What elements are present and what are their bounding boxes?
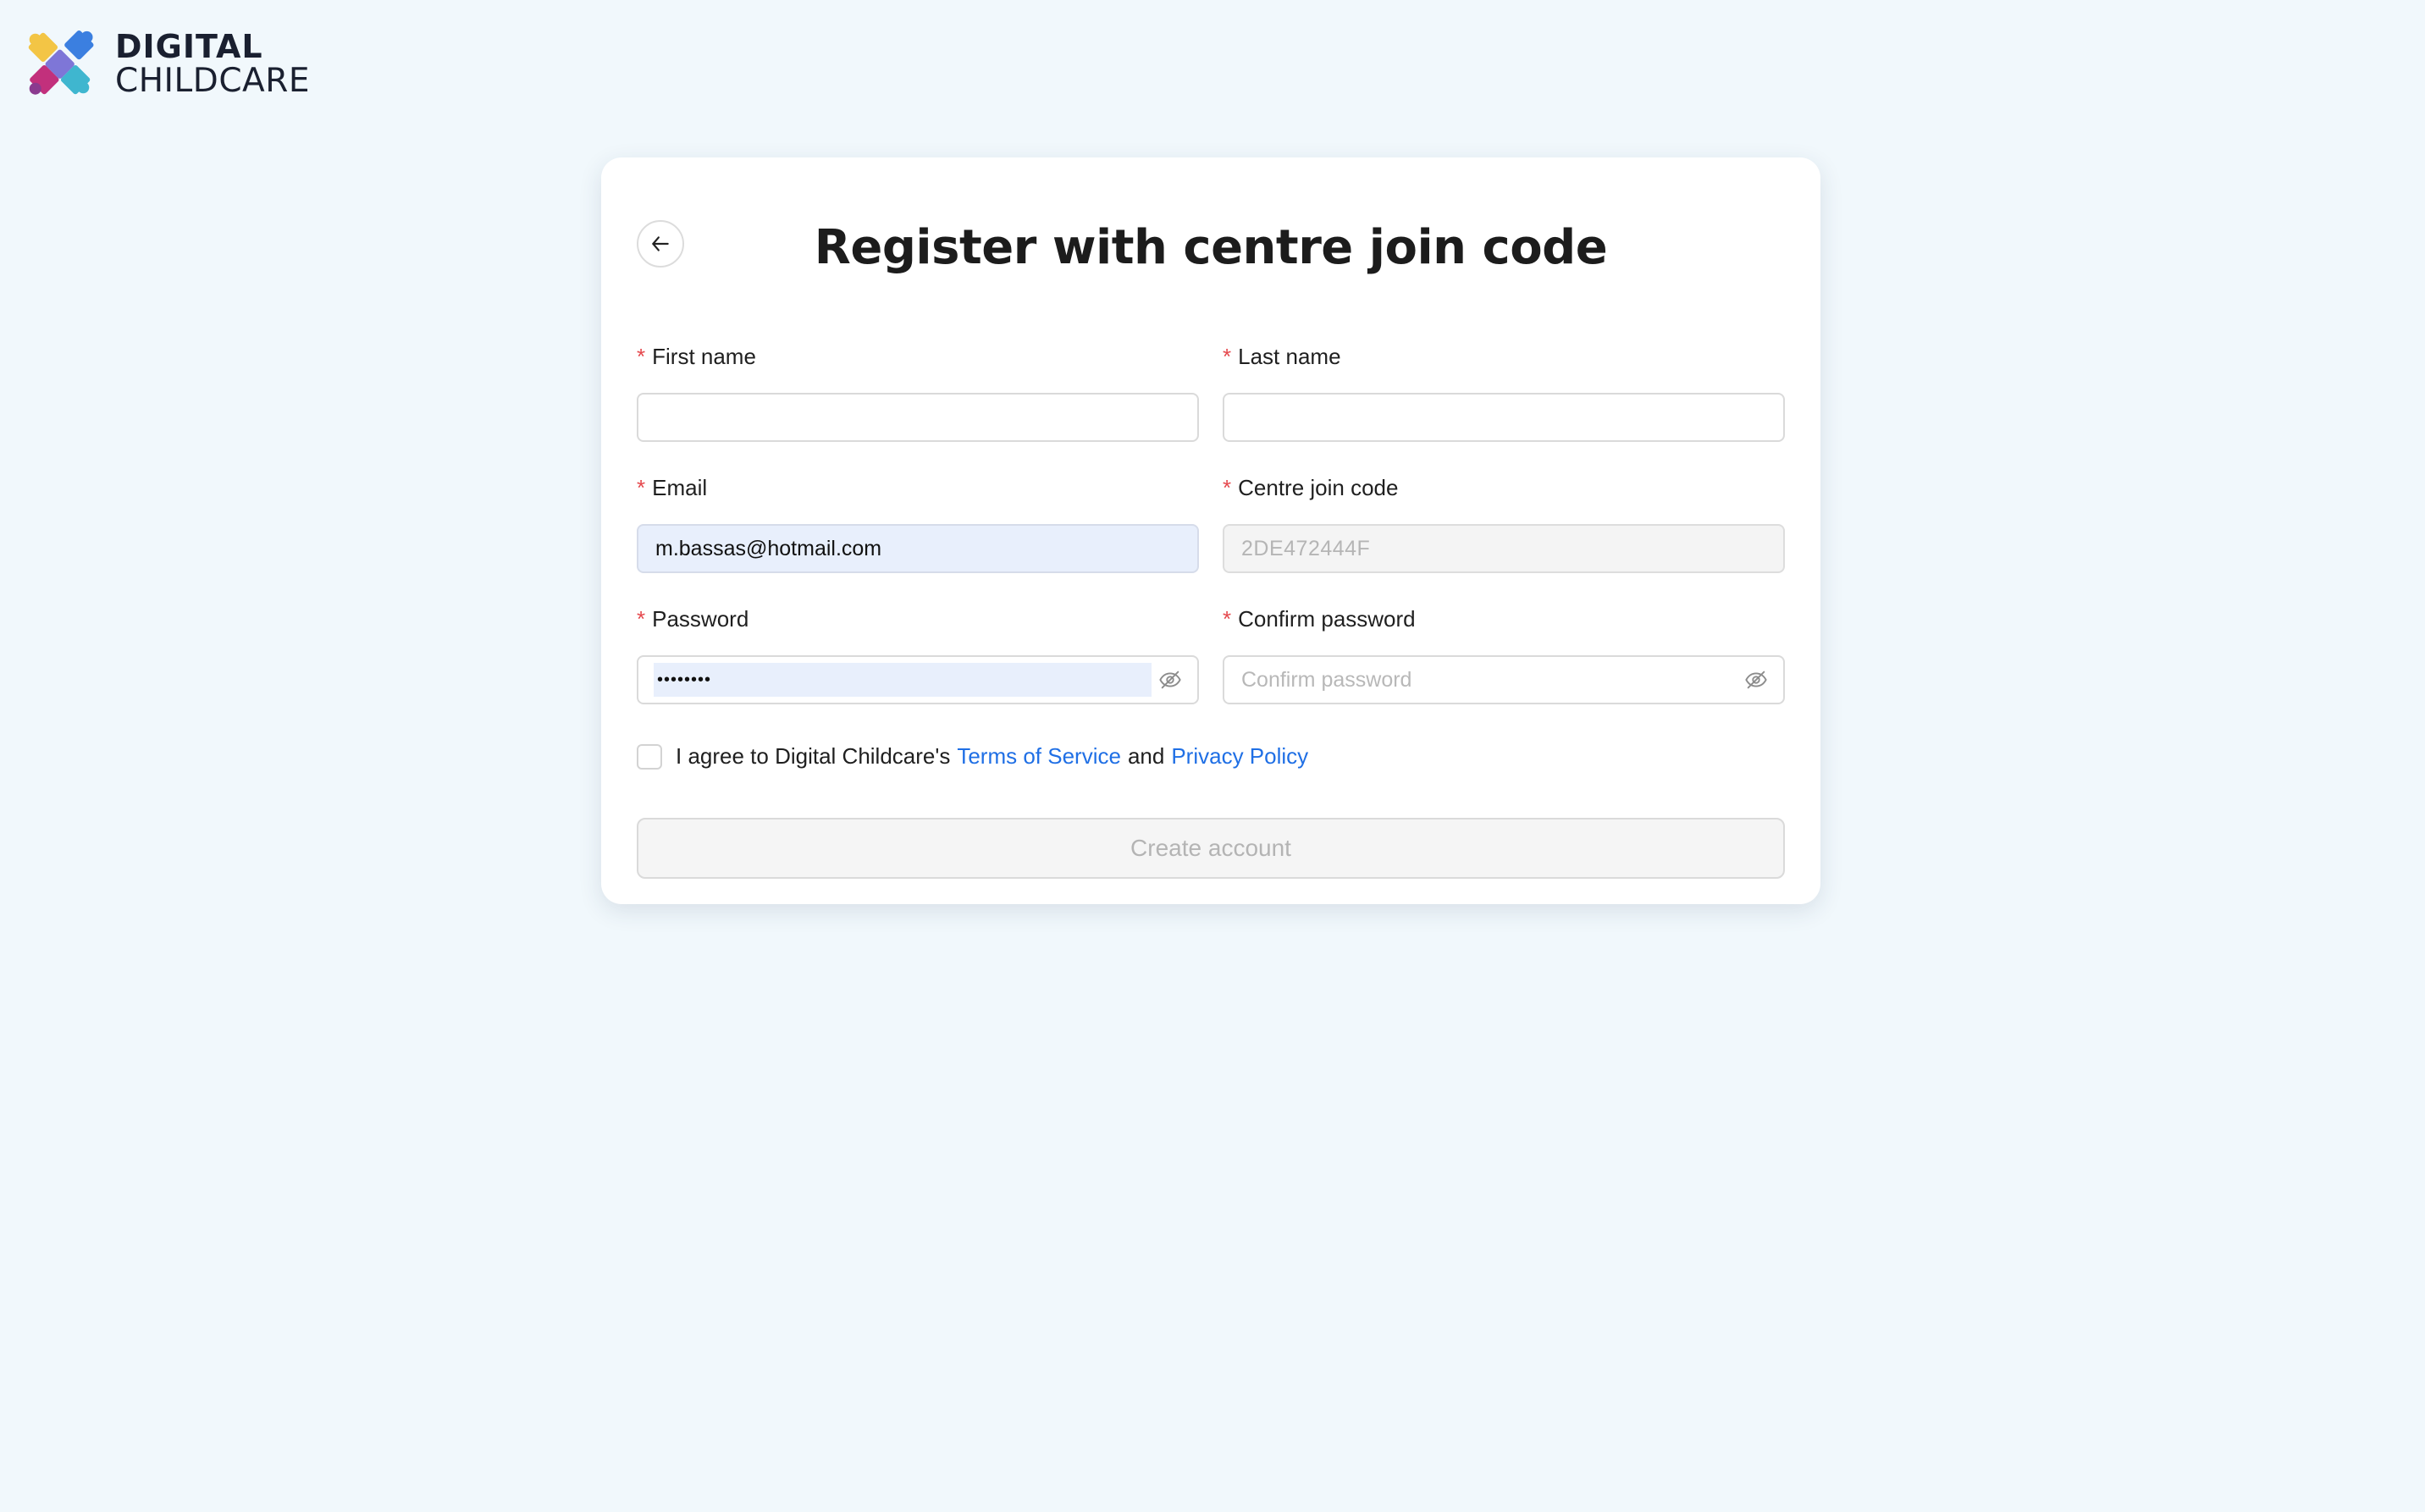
email-label: * Email [637,473,1199,502]
password-input[interactable]: •••••••• [637,655,1199,704]
eye-off-icon[interactable] [1158,668,1182,692]
confirm-password-placeholder: Confirm password [1241,667,1412,692]
first-name-label: * First name [637,342,1199,371]
terms-agreement: I agree to Digital Childcare's Terms of … [637,743,1308,770]
required-marker: * [1223,344,1232,369]
join-code-label-text: Centre join code [1238,475,1399,500]
join-code-label: * Centre join code [1223,473,1785,502]
password-group: * Password •••••••• [637,604,1199,704]
last-name-label-text: Last name [1238,344,1341,369]
agree-prefix: I agree to Digital Childcare's [676,743,951,769]
join-code-input: 2DE472444F [1223,524,1785,573]
privacy-policy-link[interactable]: Privacy Policy [1171,743,1308,770]
first-name-label-text: First name [652,344,756,369]
puzzle-logo-icon [28,30,94,95]
required-marker: * [637,606,646,632]
required-marker: * [1223,606,1232,632]
password-label: * Password [637,604,1199,633]
first-name-input[interactable] [637,393,1199,442]
brand-logo[interactable]: DIGITAL CHILDCARE [15,19,310,108]
password-label-text: Password [652,606,749,632]
confirm-password-label: * Confirm password [1223,604,1785,633]
brand-wordmark: DIGITAL CHILDCARE [115,30,310,97]
email-group: * Email m.bassas@hotmail.com [637,473,1199,573]
email-input[interactable]: m.bassas@hotmail.com [637,524,1199,573]
brand-line2: CHILDCARE [115,61,310,100]
brand-line1: DIGITAL [115,27,263,65]
email-label-text: Email [652,475,708,500]
last-name-input[interactable] [1223,393,1785,442]
email-value: m.bassas@hotmail.com [655,536,882,560]
page-title: Register with centre join code [814,220,1608,275]
register-card: Register with centre join code * First na… [601,157,1820,904]
required-marker: * [637,344,646,369]
confirm-password-label-text: Confirm password [1238,606,1416,632]
agree-checkbox[interactable] [637,743,662,770]
confirm-password-input[interactable]: Confirm password [1223,655,1785,704]
join-code-value: 2DE472444F [1241,536,1371,560]
confirm-password-group: * Confirm password Confirm password [1223,604,1785,704]
create-account-button[interactable]: Create account [637,818,1785,879]
eye-off-icon[interactable] [1744,668,1768,692]
join-code-group: * Centre join code 2DE472444F [1223,473,1785,573]
first-name-group: * First name [637,342,1199,442]
last-name-group: * Last name [1223,342,1785,442]
terms-of-service-link[interactable]: Terms of Service [957,743,1121,770]
required-marker: * [637,475,646,500]
last-name-label: * Last name [1223,342,1785,371]
required-marker: * [1223,475,1232,500]
password-value: •••••••• [654,663,1152,697]
agree-and-text: and [1127,743,1165,769]
